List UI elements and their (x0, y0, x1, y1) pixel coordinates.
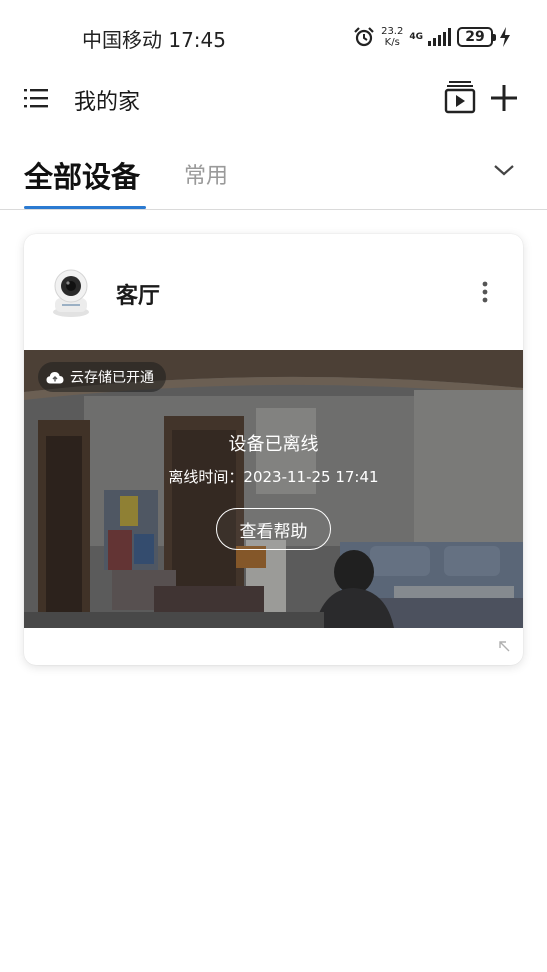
active-tab-indicator (24, 206, 146, 209)
chevron-down-icon[interactable] (493, 162, 515, 178)
net-speed-unit: K/s (384, 37, 400, 48)
card-header: 客厅 (24, 234, 523, 350)
media-icon[interactable] (444, 80, 476, 114)
menu-icon[interactable] (24, 87, 48, 109)
room-name: 客厅 (116, 284, 161, 309)
charging-icon (500, 27, 510, 47)
battery-level: 29 (465, 29, 485, 45)
add-icon[interactable] (490, 84, 518, 112)
tab-common[interactable]: 常用 (184, 158, 228, 190)
status-bar: 中国移动 17:45 23.2 K/s 4G 29 (0, 0, 547, 72)
cloud-icon (46, 371, 64, 383)
net-speed: 23.2 K/s (381, 26, 403, 48)
network-type: 4G (409, 32, 423, 42)
app-header: 我的家 (0, 72, 547, 126)
battery-icon: 29 (457, 27, 496, 47)
tab-all-devices[interactable]: 全部设备 (24, 154, 140, 196)
cloud-storage-badge[interactable]: 云存储已开通 (38, 362, 166, 392)
home-title[interactable]: 我的家 (74, 84, 140, 116)
device-tabs: 全部设备 常用 (0, 140, 547, 210)
more-icon[interactable] (482, 281, 488, 303)
camera-icon (53, 269, 89, 317)
net-speed-value: 23.2 (381, 26, 404, 37)
device-card[interactable]: 客厅 云存储已开通 设备已离线 离线时间：2023-11-25 17:41 查看… (24, 234, 523, 665)
offline-time: 离线时间：2023-11-25 17:41 (168, 468, 379, 486)
carrier-time: 中国移动 17:45 (82, 28, 226, 52)
expand-icon[interactable] (498, 640, 510, 652)
view-help-button[interactable]: 查看帮助 (216, 508, 331, 550)
signal-icon (428, 28, 451, 46)
alarm-icon (354, 27, 374, 47)
cloud-badge-label: 云存储已开通 (70, 370, 154, 386)
offline-title: 设备已离线 (228, 434, 319, 455)
app-screen: 中国移动 17:45 23.2 K/s 4G 29 我的家 全部设备 常用 客厅… (0, 0, 547, 972)
status-icons: 23.2 K/s 4G 29 (353, 24, 511, 50)
camera-preview[interactable]: 云存储已开通 设备已离线 离线时间：2023-11-25 17:41 查看帮助 (24, 350, 523, 628)
